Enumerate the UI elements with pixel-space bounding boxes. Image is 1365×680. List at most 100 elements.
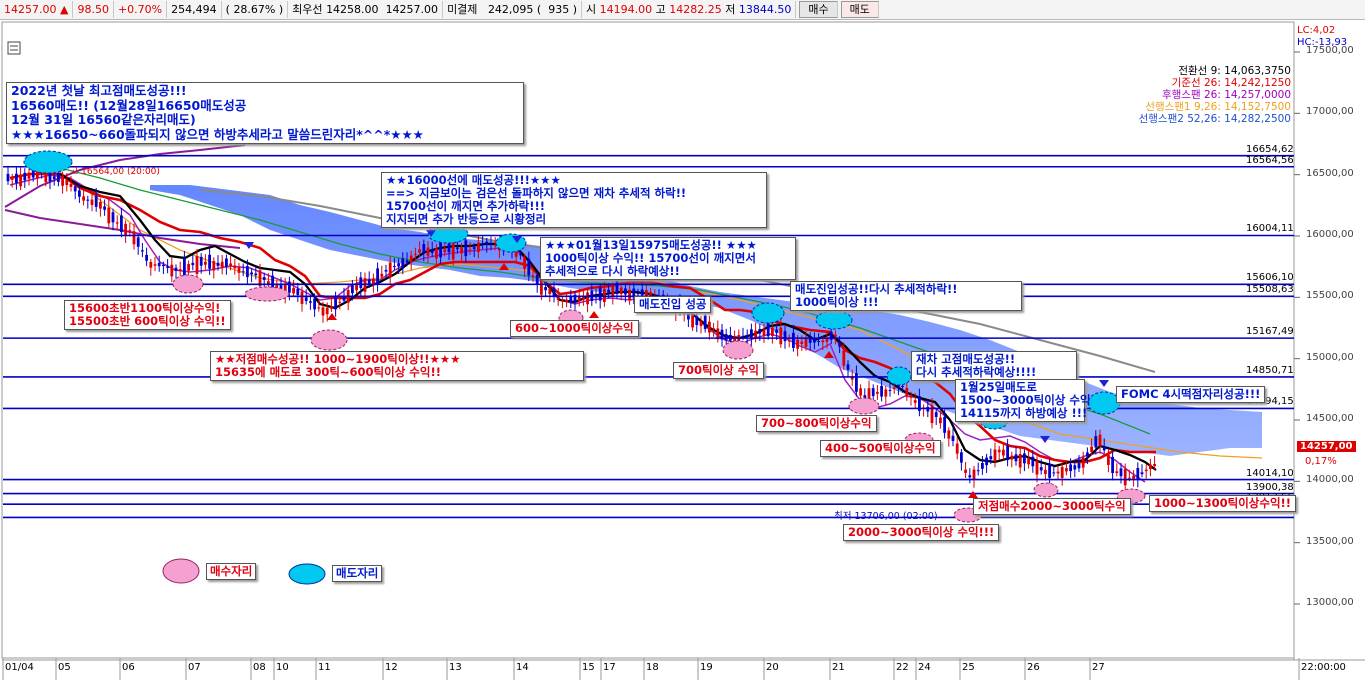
candle-body (439, 242, 442, 258)
candle-body (535, 274, 539, 285)
price-change: 98.50 (73, 1, 114, 18)
candle-body (876, 391, 879, 394)
candle-body (111, 212, 115, 223)
level-label: 14850,71 (1246, 364, 1294, 376)
candle-body (855, 373, 858, 392)
candle-body (905, 387, 909, 396)
x-tick-label: 01/04 (5, 662, 34, 673)
x-tick-label: 18 (646, 662, 659, 673)
candle-body (1002, 449, 1005, 456)
candle-body (985, 457, 988, 466)
candle-body (783, 331, 787, 342)
candle-body (842, 350, 846, 366)
candle-body (544, 287, 547, 291)
y-tick-label: 15000,00 (1306, 351, 1354, 363)
candle-body (246, 266, 249, 278)
candle-body (166, 266, 169, 268)
candle-body (712, 328, 715, 330)
candle-body (414, 253, 417, 255)
level-label: 16654,62 (1246, 143, 1294, 155)
y-tick-label: 13500,00 (1306, 535, 1354, 547)
x-tick-label: 10 (276, 662, 289, 673)
open-interest: 미결제 242,095 ( 935 ) (443, 1, 583, 18)
x-tick-label: 05 (58, 662, 71, 673)
candle-body (447, 243, 451, 253)
candle-body (989, 456, 993, 460)
candle-body (103, 206, 106, 210)
y-tick-label: 13000,00 (1306, 597, 1354, 608)
candle-body (136, 237, 140, 247)
sell-button[interactable]: 매도 (840, 1, 879, 18)
candle-body (586, 292, 589, 305)
x-tick-label: 25 (962, 662, 975, 673)
candle-body (766, 322, 770, 337)
candle-body (237, 267, 241, 273)
candle-body (52, 176, 56, 180)
candle-body (1069, 464, 1072, 472)
candle-body (170, 264, 174, 277)
candle-body (145, 254, 148, 261)
candle-body (225, 258, 228, 267)
candle-body (1039, 467, 1043, 471)
candle-body (149, 261, 153, 268)
y-tick-label: 14000,00 (1306, 474, 1354, 486)
candle-body (6, 173, 10, 182)
candle-body (1136, 467, 1140, 481)
candle-body (636, 293, 640, 295)
candle-body (724, 334, 728, 340)
candle-body (23, 172, 27, 181)
note-0125-sell: 1월25일매도로 1500~3000틱이상 수익 14115까지 하방예상 !!… (955, 379, 1091, 422)
candle-body (250, 272, 253, 275)
candle-body (968, 475, 972, 478)
note-16000-sell: ★★16000선에 매도성공!!!★★★ ==> 지금보이는 검은선 돌파하지 … (381, 172, 767, 228)
candle-body (997, 449, 1001, 453)
y-tick-label: 16500,00 (1306, 167, 1354, 179)
candle-body (619, 287, 623, 294)
candle-body (99, 202, 102, 209)
candle-body (880, 385, 883, 397)
candle-body (909, 395, 913, 398)
volume-pct: ( 28.67% ) (222, 1, 289, 18)
note-1000-1300: 1000~1300틱이상수익!! (1149, 495, 1297, 512)
candle-body (598, 287, 602, 301)
note-600-1000: 600~1000틱이상수익 (510, 320, 639, 337)
y-tick-label: 14500,00 (1306, 413, 1354, 424)
candle-body (708, 321, 711, 333)
candle-body (19, 174, 22, 187)
candle-body (292, 287, 295, 294)
candle-body (464, 240, 468, 257)
candle-body (359, 277, 363, 289)
candle-body (65, 179, 69, 186)
candle-body (120, 215, 123, 233)
candle-body (527, 258, 531, 276)
candle-body (1044, 469, 1047, 474)
x-tick-label: 15 (582, 662, 595, 673)
candle-body (796, 339, 799, 349)
candle-body (443, 249, 447, 253)
candle-body (981, 462, 984, 469)
x-tick-label: 17 (603, 662, 616, 673)
note-high-sell-again: 재차 고점매도성공!! 다시 추세적하락예상!!!! (911, 351, 1077, 381)
candle-body (435, 248, 438, 259)
candle-body (846, 364, 850, 370)
candle-body (1115, 471, 1119, 474)
x-tick-label: 27 (1092, 662, 1105, 673)
candle-body (1102, 446, 1106, 451)
candle-body (1132, 475, 1135, 480)
chart-settings-icon[interactable] (7, 41, 21, 55)
candle-body (90, 199, 94, 205)
x-tick-label: 19 (700, 662, 713, 673)
candle-body (296, 288, 300, 295)
candle-body (338, 301, 342, 303)
candle-body (153, 264, 157, 266)
candle-body (863, 395, 867, 398)
level-label: 16564,56 (1246, 154, 1294, 166)
candle-body (15, 173, 18, 183)
candle-body (208, 254, 211, 269)
candle-body (976, 470, 980, 472)
level-label: 15508,63 (1246, 284, 1294, 296)
buy-button[interactable]: 매수 (799, 1, 838, 18)
candle-body (187, 264, 190, 271)
candle-body (351, 285, 354, 294)
candle-body (771, 327, 774, 337)
